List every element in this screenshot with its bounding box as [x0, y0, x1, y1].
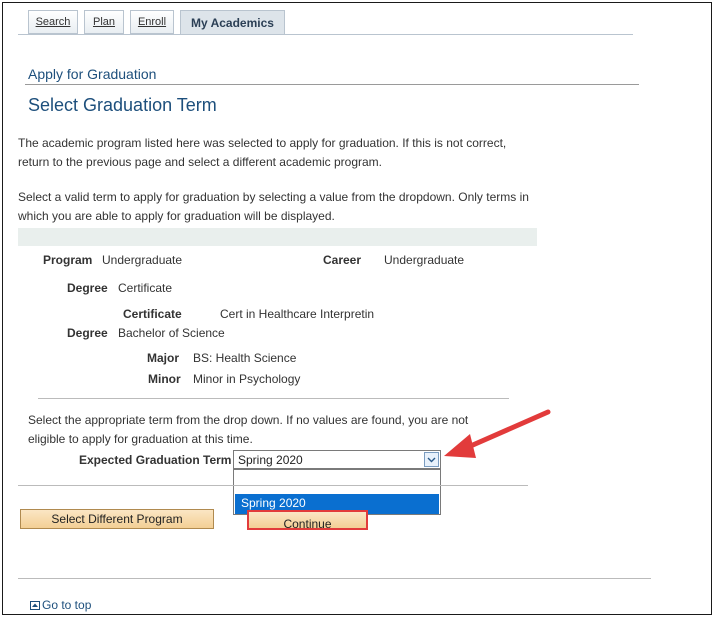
tab-label: Enroll: [137, 16, 167, 28]
chevron-down-icon[interactable]: [424, 452, 439, 467]
career-value: Undergraduate: [384, 253, 465, 267]
divider: [18, 485, 528, 486]
term-instructions: Select the appropriate term from the dro…: [28, 413, 469, 446]
tab-enroll[interactable]: Enroll: [130, 10, 174, 34]
certificate-value: Cert in Healthcare Interpretin: [220, 307, 375, 321]
minor-value: Minor in Psychology: [193, 372, 301, 386]
tab-search[interactable]: Search: [28, 10, 78, 34]
divider: [25, 84, 639, 85]
minor-label: Minor: [148, 372, 181, 386]
go-to-top-link[interactable]: Go to top: [30, 598, 91, 612]
button-label: Continue: [283, 517, 332, 531]
dropdown-option-blank[interactable]: [235, 472, 439, 492]
tab-label: Plan: [92, 16, 116, 28]
degree-value: Certificate: [118, 281, 173, 295]
continue-button[interactable]: Continue: [247, 510, 368, 531]
certificate-label: Certificate: [123, 307, 182, 321]
annotation-arrow-icon: [444, 409, 551, 458]
section-header-band: [18, 228, 537, 246]
button-label: Select Different Program: [51, 512, 183, 526]
breadcrumb: Apply for Graduation: [28, 66, 157, 82]
major-label: Major: [147, 351, 180, 365]
intro-text-2: Select a valid term to apply for graduat…: [18, 190, 529, 223]
tab-my-academics[interactable]: My Academics: [180, 10, 285, 35]
degree-label: Degree: [67, 326, 108, 340]
select-value: Spring 2020: [238, 453, 303, 467]
option-label: Spring 2020: [241, 496, 306, 510]
tab-label: Search: [35, 16, 71, 28]
term-dropdown-list: Spring 2020: [233, 469, 441, 515]
degree-label: Degree: [67, 281, 108, 295]
divider: [18, 578, 651, 579]
arrow-up-icon: [30, 600, 40, 610]
intro-text-1: The academic program listed here was sel…: [18, 136, 507, 169]
tab-divider: [18, 34, 633, 35]
page-title: Select Graduation Term: [28, 95, 217, 115]
career-label: Career: [323, 253, 362, 267]
divider: [38, 398, 509, 399]
go-to-top-label: Go to top: [42, 598, 92, 612]
program-value: Undergraduate: [102, 253, 183, 267]
tab-label: My Academics: [191, 15, 274, 30]
tab-plan[interactable]: Plan: [84, 10, 124, 34]
graduation-term-select[interactable]: Spring 2020: [233, 450, 441, 469]
select-different-program-button[interactable]: Select Different Program: [20, 509, 214, 529]
degree-value: Bachelor of Science: [118, 326, 225, 340]
term-label: Expected Graduation Term: [79, 453, 232, 467]
major-value: BS: Health Science: [193, 351, 297, 365]
program-label: Program: [43, 253, 93, 267]
